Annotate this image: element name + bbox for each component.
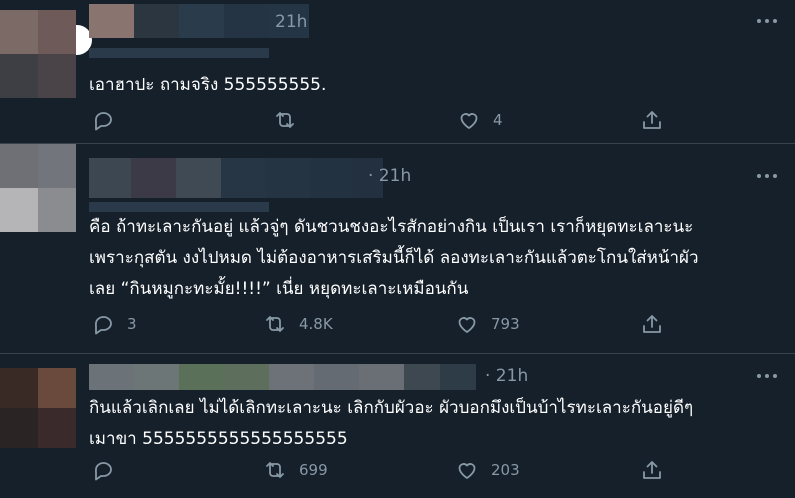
reply-button[interactable]	[91, 458, 127, 482]
avatar[interactable]	[0, 10, 76, 98]
reply-icon	[94, 462, 112, 481]
heart-icon	[458, 317, 476, 333]
author-name-redacted[interactable]	[89, 158, 383, 198]
like-button[interactable]: 793	[455, 312, 520, 336]
tweet[interactable]: 21h เอาฮาปะ ถามจริง 555555555. 4	[0, 0, 795, 140]
like-button[interactable]: 4	[457, 108, 503, 132]
handle-redacted	[89, 48, 269, 58]
retweet-count: 699	[299, 461, 328, 479]
tweet-text: กินแล้วเลิกเลย ไม่ได้เลิกทะเลาะนะ เลิกกั…	[89, 398, 694, 449]
like-count: 793	[491, 315, 520, 333]
like-count: 203	[491, 461, 520, 479]
retweet-icon	[266, 462, 284, 478]
retweet-button[interactable]	[273, 108, 309, 132]
timeline: 21h เอาฮาปะ ถามจริง 555555555. 4 · 21h ค…	[0, 0, 795, 498]
tweet-timestamp[interactable]: · 21h	[368, 166, 411, 186]
retweet-icon	[276, 112, 294, 128]
reply-icon	[94, 112, 112, 131]
reply-button[interactable]: 3	[91, 312, 137, 336]
tweet[interactable]: · 21h กินแล้วเลิกเลย ไม่ได้เลิกทะเลาะนะ …	[0, 354, 795, 498]
reply-button[interactable]	[91, 108, 127, 132]
handle-redacted	[89, 202, 269, 212]
like-button[interactable]: 203	[455, 458, 520, 482]
tweet-timestamp[interactable]: · 21h	[485, 366, 528, 386]
retweet-icon	[266, 316, 284, 332]
author-name-redacted[interactable]	[89, 364, 476, 390]
avatar[interactable]	[0, 368, 76, 448]
tweet[interactable]: · 21h คือ ถ้าทะเลาะกันอยู่ แล้วจู่ๆ ดันช…	[0, 144, 795, 350]
heart-icon	[460, 113, 478, 129]
share-icon	[643, 461, 661, 479]
more-icon[interactable]	[757, 373, 777, 379]
tweet-timestamp[interactable]: 21h	[275, 12, 307, 32]
reply-icon	[94, 316, 112, 335]
heart-icon	[458, 463, 476, 479]
retweet-button[interactable]: 699	[263, 458, 328, 482]
tweet-text: คือ ถ้าทะเลาะกันอยู่ แล้วจู่ๆ ดันชวนชงอะ…	[89, 217, 699, 299]
share-button[interactable]	[640, 458, 664, 482]
more-icon[interactable]	[757, 173, 777, 179]
retweet-button[interactable]: 4.8K	[263, 312, 333, 336]
share-button[interactable]	[640, 108, 664, 132]
reply-count: 3	[127, 315, 137, 333]
share-icon	[643, 111, 661, 129]
more-icon[interactable]	[757, 18, 777, 24]
like-count: 4	[493, 111, 503, 129]
avatar[interactable]	[0, 144, 76, 232]
tweet-text: เอาฮาปะ ถามจริง 555555555.	[89, 75, 327, 95]
share-icon	[643, 315, 661, 333]
share-button[interactable]	[640, 312, 664, 336]
retweet-count: 4.8K	[299, 315, 333, 333]
